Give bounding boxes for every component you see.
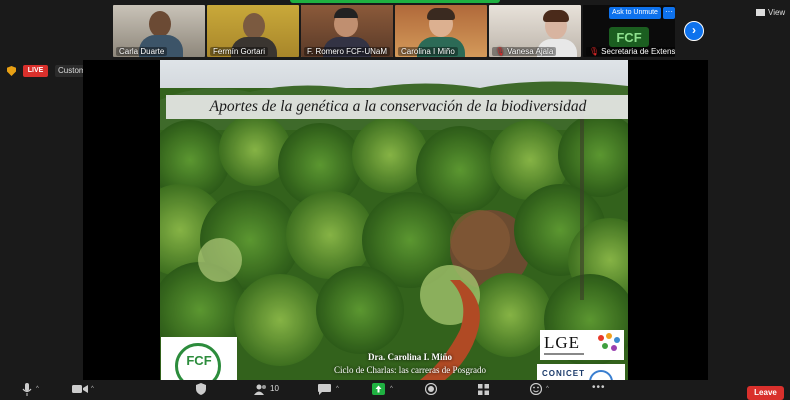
shield-icon (196, 383, 206, 395)
record-button[interactable] (425, 383, 437, 397)
participant-name: 🎙Secretaria de Extensi... (586, 47, 675, 56)
live-badge[interactable]: LIVE (23, 65, 48, 77)
microphone-icon (22, 383, 32, 396)
share-screen-button[interactable]: ^ (372, 383, 398, 397)
chevron-up-icon[interactable]: ^ (390, 386, 393, 392)
participant-name: Fermín Gortari (210, 47, 269, 56)
apps-grid-icon (478, 384, 489, 395)
participant-tile[interactable]: 🎙 Vanesa Ajala (489, 5, 581, 57)
presentation-slide: Aportes de la genética a la conservación… (160, 60, 628, 380)
grid-view-icon (756, 9, 765, 16)
mute-button[interactable]: ^ (20, 383, 44, 397)
participant-name: 🎙 Vanesa Ajala (492, 47, 557, 56)
slide-author-block: Dra. Carolina I. Miño Ciclo de Charlas: … (310, 352, 510, 375)
slide-title: Aportes de la genética a la conservación… (166, 95, 628, 119)
record-icon (425, 383, 437, 395)
more-options-button[interactable]: ··· (663, 7, 675, 19)
participants-icon (254, 384, 266, 395)
talk-series: Ciclo de Charlas: las carreras de Posgra… (334, 365, 486, 375)
next-gallery-page-button[interactable]: › (684, 21, 704, 41)
headset-icon (334, 8, 358, 18)
view-button[interactable]: View (756, 8, 785, 17)
fcf-logo: FCF (161, 337, 237, 380)
participant-tile-active-speaker[interactable]: F. Romero FCF-UNaM (301, 5, 393, 57)
apps-button[interactable] (478, 383, 490, 397)
ask-to-unmute-button[interactable]: Ask to Unmute (609, 7, 661, 19)
reactions-button[interactable]: ^ (530, 383, 556, 397)
leave-meeting-button[interactable]: Leave (747, 386, 784, 400)
muted-mic-icon: 🎙 (495, 47, 506, 56)
smiley-icon (530, 383, 542, 395)
participant-name: Carla Duarte (116, 47, 168, 56)
share-screen-icon (372, 383, 385, 395)
muted-mic-icon: 🎙 (589, 47, 600, 56)
avatar (243, 13, 265, 39)
video-camera-icon (72, 385, 88, 393)
security-shield-icon[interactable] (7, 66, 16, 76)
conicet-logo: CONICET (537, 364, 625, 380)
participants-count: 10 (270, 384, 279, 393)
participant-name: F. Romero FCF-UNaM (304, 47, 391, 56)
chevron-up-icon[interactable]: ^ (91, 386, 94, 392)
lge-logo: LGE (540, 330, 624, 360)
participant-tile[interactable]: Carla Duarte (113, 5, 205, 57)
chat-icon (318, 384, 331, 395)
participant-name: Carolina I Miño (398, 47, 458, 56)
chevron-up-icon[interactable]: ^ (336, 386, 339, 392)
participant-tile[interactable]: Fermín Gortari (207, 5, 299, 57)
security-button[interactable] (196, 383, 208, 397)
more-toolbar-button[interactable]: ••• (592, 382, 612, 397)
participant-tile[interactable]: Carolina I Miño (395, 5, 487, 57)
zoom-meeting-window: Carla Duarte Fermín Gortari F. Romero FC… (0, 0, 790, 400)
share-indicator-bar (290, 0, 500, 3)
chevron-up-icon[interactable]: ^ (546, 386, 549, 392)
meeting-toolbar: ^ ^ 10 ^ ^ ^ ••• (0, 380, 790, 400)
author-name: Dra. Carolina I. Miño (367, 352, 453, 362)
more-dots-icon: ••• (592, 382, 606, 393)
chat-button[interactable]: ^ (318, 383, 344, 397)
chevron-up-icon[interactable]: ^ (36, 386, 39, 392)
avatar (149, 11, 171, 37)
start-video-button[interactable]: ^ (72, 383, 98, 397)
participants-button[interactable]: 10 (254, 383, 284, 397)
